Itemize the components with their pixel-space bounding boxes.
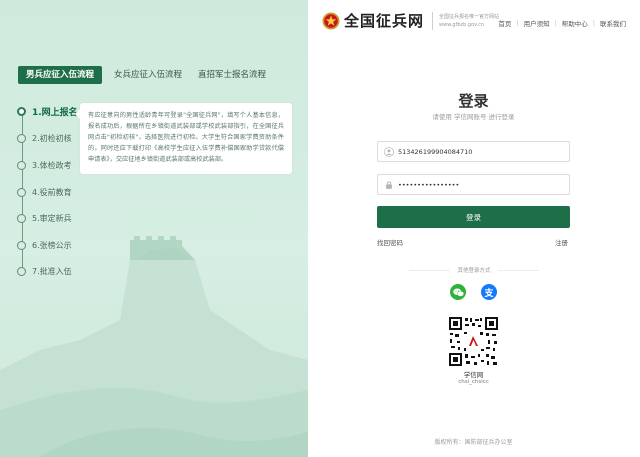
- step-recruit-approval[interactable]: 5.审定新兵: [17, 211, 72, 225]
- step-public-notice[interactable]: 6.张榜公示: [17, 238, 72, 252]
- nav-help-center[interactable]: 帮助中心: [562, 18, 588, 28]
- forgot-password-link[interactable]: 找回密码: [377, 237, 403, 247]
- other-methods-label: 其他登录方式: [450, 266, 498, 274]
- step-dot: [17, 187, 26, 197]
- step-dot: [17, 133, 26, 143]
- tab-female-process[interactable]: 女兵应征入伍流程: [114, 66, 182, 84]
- wechat-login-button[interactable]: [450, 284, 466, 300]
- login-title: 登录: [458, 92, 489, 110]
- nav-separator: |: [592, 19, 595, 27]
- logo-subtitle-line2: www.gfbzb.gov.cn: [439, 21, 485, 28]
- nav-home[interactable]: 首页: [498, 18, 511, 28]
- great-wall-illustration: [0, 236, 308, 457]
- wechat-icon: [452, 288, 464, 297]
- step-pre-service-education[interactable]: 4.役前教育: [17, 185, 72, 199]
- nav-separator: |: [554, 19, 557, 27]
- process-tabs: 男兵应征入伍流程 女兵应征入伍流程 直招军士报名流程: [18, 66, 266, 84]
- qr-code: [448, 316, 499, 367]
- logo-text: 全国征兵网: [344, 12, 425, 30]
- step-dot: [17, 213, 26, 223]
- alipay-login-button[interactable]: 支: [481, 284, 497, 300]
- step-initial-check[interactable]: 2.初检初核: [17, 131, 72, 145]
- site-logo[interactable]: 全国征兵网 全国征兵报名唯一官方网站 www.gfbzb.gov.cn: [322, 10, 499, 31]
- process-panel: 男兵应征入伍流程 女兵应征入伍流程 直招军士报名流程 1.网上报名 2.初检初核…: [0, 0, 308, 457]
- step-dot: [17, 266, 26, 276]
- step-label: 1.网上报名: [32, 107, 78, 118]
- nav-user-notice[interactable]: 用户须知: [524, 18, 550, 28]
- step-label: 7.批准入伍: [32, 266, 72, 276]
- nav-separator: |: [516, 19, 519, 27]
- login-subtitle: 请使用 学信网账号 进行登录: [432, 113, 515, 121]
- tab-male-process[interactable]: 男兵应征入伍流程: [18, 66, 103, 84]
- qr-name: 学信网: [463, 371, 484, 379]
- logo-subtitle: 全国征兵报名唯一官方网站 www.gfbzb.gov.cn: [439, 13, 499, 29]
- username-input[interactable]: [398, 147, 568, 156]
- qr-id: chsi_chsicc: [458, 379, 489, 385]
- alipay-icon: 支: [484, 288, 494, 299]
- username-field[interactable]: [377, 141, 570, 162]
- emblem-icon: [322, 11, 340, 30]
- logo-subtitle-line1: 全国征兵报名唯一官方网站: [439, 13, 500, 20]
- user-icon: [384, 146, 394, 157]
- password-field[interactable]: [377, 174, 570, 195]
- tab-sergeant-process[interactable]: 直招军士报名流程: [198, 66, 266, 84]
- nav-contact-us[interactable]: 联系我们: [600, 18, 626, 28]
- login-button[interactable]: 登录: [377, 206, 570, 228]
- password-input[interactable]: [398, 180, 568, 189]
- step-label: 5.审定新兵: [32, 213, 72, 223]
- step-dot: [17, 240, 26, 250]
- step-enlistment[interactable]: 7.批准入伍: [17, 264, 72, 278]
- step-label: 3.体检政考: [32, 160, 72, 170]
- step-online-registration[interactable]: 1.网上报名: [17, 104, 78, 118]
- step-dot: [17, 106, 26, 116]
- top-nav: 首页 | 用户须知 | 帮助中心 | 联系我们: [498, 18, 626, 28]
- step-label: 6.张榜公示: [32, 240, 72, 250]
- step-label: 4.役前教育: [32, 187, 72, 197]
- logo-divider: [432, 11, 434, 30]
- register-link[interactable]: 注册: [555, 237, 568, 247]
- step-dot: [17, 160, 26, 170]
- step-physical-exam[interactable]: 3.体检政考: [17, 158, 72, 172]
- copyright: 版权所有：国防部征兵办公室: [434, 439, 513, 446]
- lock-icon: [386, 181, 392, 189]
- step-description: 有应征意向的男性适龄青年可登录"全国征兵网"，填写个人基本信息，报名成功后，根据…: [80, 103, 292, 174]
- step-label: 2.初检初核: [32, 133, 72, 143]
